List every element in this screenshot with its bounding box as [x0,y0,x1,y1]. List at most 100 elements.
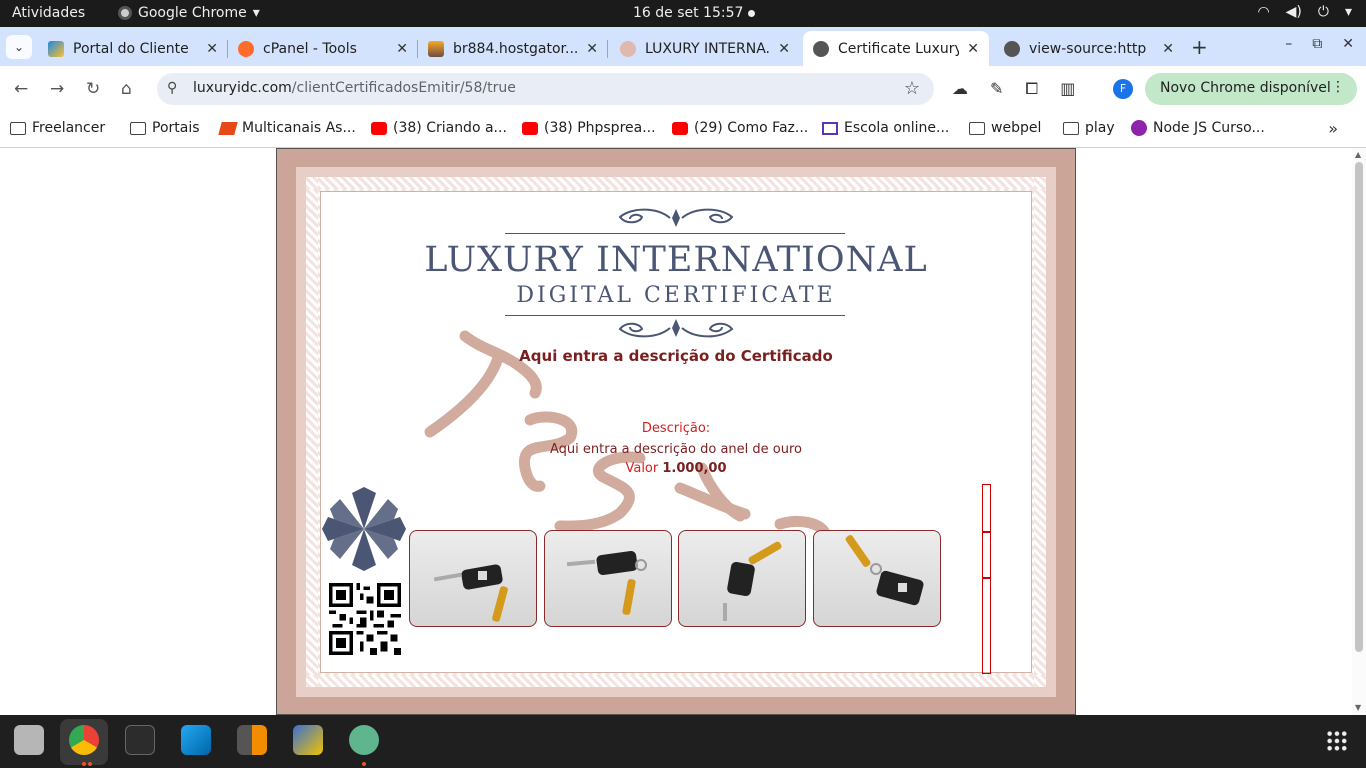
escola-icon [822,121,838,135]
volume-icon: ◀) [1285,4,1302,20]
red-outline-box [982,578,991,674]
car-key-image [595,550,639,576]
bookmark-portais[interactable]: Portais [130,120,200,136]
description-text: Aqui entra a descrição do anel de ouro [550,442,802,457]
ornament-top-icon [618,208,734,227]
back-arrow-icon[interactable]: ← [14,79,28,99]
extension-icon[interactable]: ☁ [952,79,968,99]
bookmark-node[interactable]: Node JS Curso... [1131,120,1265,136]
key-label [898,583,907,592]
bookmark-escola[interactable]: Escola online... [822,120,949,136]
bookmark-play[interactable]: play [1063,120,1115,136]
youtube-icon [522,121,538,135]
tab-portal-cliente[interactable]: Portal do Cliente ✕ [38,31,228,66]
more-bookmarks-icon[interactable]: » [1328,119,1338,138]
tab-search-button[interactable]: ⌄ [6,35,32,59]
close-icon[interactable]: ✕ [967,41,979,57]
eyedropper-icon[interactable]: ✎ [990,79,1003,99]
bookmark-webpel[interactable]: webpel [969,120,1041,136]
red-outline-box [982,532,991,578]
scroll-up-icon[interactable]: ▲ [1355,150,1361,159]
url-path: /clientCertificadosEmitir/58/true [291,80,516,96]
qr-code-icon[interactable] [329,583,401,655]
terminal-icon[interactable] [125,725,155,755]
tab-certificate-luxury[interactable]: Certificate Luxury ✕ [803,31,989,66]
apps-grid-icon[interactable] [1326,730,1348,752]
bookmark-freelancer[interactable]: Freelancer [10,120,105,136]
tab-cpanel[interactable]: cPanel - Tools ✕ [228,31,418,66]
bookmark-star-icon[interactable]: ☆ [904,78,920,99]
system-tray[interactable]: ◠ ◀) ⏻ ▾ [1257,4,1352,20]
bookmark-youtube-2[interactable]: (38) Phpsprea... [522,120,656,136]
bookmark-youtube-1[interactable]: (38) Criando a... [371,120,507,136]
car-key-image [726,561,756,597]
hostgator-icon [48,40,64,57]
bookmark-label: play [1085,120,1115,136]
maximize-icon[interactable]: ⧉ [1312,36,1322,52]
close-icon[interactable]: ✕ [396,41,408,57]
activities-button[interactable]: Atividades [12,5,85,21]
vscode-icon[interactable] [181,725,211,755]
bookmark-youtube-3[interactable]: (29) Como Faz... [672,120,808,136]
key-strap [491,585,509,623]
minimize-icon[interactable]: – [1285,36,1292,52]
chrome-small-icon [118,6,132,20]
bookmark-label: Multicanais As... [242,120,356,136]
key-blade [433,572,463,582]
running-indicator [362,762,366,766]
bookmarks-bar: Freelancer Portais Multicanais As... (38… [0,112,1366,148]
brand-title: LUXURY INTERNATIONAL [424,240,928,280]
key-photo-2[interactable] [544,530,672,627]
bookmark-label: webpel [991,120,1042,136]
window-controls: – ⧉ ✕ [1285,36,1354,52]
description-label: Descrição: [641,421,711,436]
close-window-icon[interactable]: ✕ [1342,36,1354,52]
tab-title: view-source:http [1029,40,1147,57]
scroll-down-icon[interactable]: ▼ [1355,703,1361,712]
new-tab-plus-icon[interactable]: + [1191,35,1208,59]
update-label: Novo Chrome disponível [1160,80,1331,96]
tab-title: Portal do Cliente [73,40,189,57]
close-icon[interactable]: ✕ [206,41,218,57]
folder-icon [130,121,146,135]
reload-icon[interactable]: ↻ [86,79,100,99]
tab-luxury-international[interactable]: LUXURY INTERNA... ✕ [610,31,800,66]
close-icon[interactable]: ✕ [586,41,598,57]
tab-view-source[interactable]: view-source:http ✕ [994,31,1184,66]
tab-title: Certificate Luxury [838,40,960,57]
side-panel-icon[interactable]: ▥ [1060,79,1075,99]
key-photo-4[interactable] [813,530,941,627]
top-rule [505,233,845,234]
key-photo-1[interactable] [409,530,537,627]
page-scrollbar[interactable]: ▲ ▼ [1352,148,1366,715]
forward-arrow-icon[interactable]: → [50,79,64,99]
key-photo-3[interactable] [678,530,806,627]
atom-icon[interactable] [349,725,379,755]
network-icon[interactable] [293,725,323,755]
close-icon[interactable]: ✕ [1162,41,1174,57]
app-menu[interactable]: Google Chrome ▾ [118,5,260,21]
folder-icon [1063,121,1079,135]
bookmark-label: (38) Phpsprea... [544,120,656,136]
chrome-update-button[interactable]: Novo Chrome disponível ⋮ [1145,73,1357,105]
tab-separator [607,40,608,58]
address-bar[interactable]: ⚲ luxuryidc.com/clientCertificadosEmitir… [157,73,934,105]
files-icon[interactable] [14,725,44,755]
kebab-menu-icon[interactable]: ⋮ [1331,79,1345,95]
url-text[interactable]: luxuryidc.com/clientCertificadosEmitir/5… [193,80,516,96]
puzzle-icon[interactable]: ⧠ [1025,79,1038,99]
profile-avatar[interactable]: F [1113,79,1133,99]
system-top-bar: Atividades Google Chrome ▾ 16 de set 15:… [0,0,1366,27]
site-info-icon[interactable]: ⚲ [167,80,177,96]
chevron-down-icon: ⌄ [13,40,25,54]
chrome-icon[interactable] [69,725,99,755]
calculator-icon[interactable] [237,725,267,755]
clock[interactable]: 16 de set 15:57 [633,5,743,21]
scrollbar-thumb[interactable] [1355,162,1363,652]
tab-hostgator-pma[interactable]: br884.hostgator... ✕ [418,31,608,66]
key-strap [621,578,637,616]
bookmark-label: Freelancer [32,120,106,136]
close-icon[interactable]: ✕ [778,41,790,57]
bookmark-multicanais[interactable]: Multicanais As... [218,120,356,136]
home-icon[interactable]: ⌂ [121,79,132,99]
